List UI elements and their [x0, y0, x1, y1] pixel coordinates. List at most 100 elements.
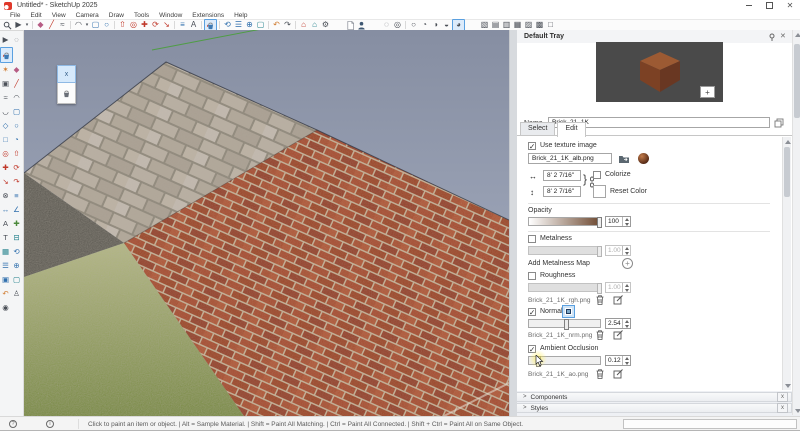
look-around-icon[interactable]: ◉: [0, 301, 11, 315]
normal-spinner[interactable]: 2.54: [605, 318, 631, 329]
tab-select[interactable]: Select: [520, 122, 556, 135]
freehand-icon[interactable]: ≈: [0, 91, 11, 105]
tab-edit[interactable]: Edit: [557, 122, 586, 137]
ambient-occlusion-slider[interactable]: [528, 356, 601, 367]
protractor-icon[interactable]: ∠: [11, 203, 22, 217]
measurements-box[interactable]: [623, 419, 797, 429]
overlay-paint-icon[interactable]: [57, 83, 76, 104]
styles-close-icon[interactable]: x: [777, 403, 788, 413]
edit-panel-scrollbar[interactable]: [782, 137, 791, 390]
edit-ao-map-icon[interactable]: [613, 369, 623, 379]
metalness-checkbox[interactable]: [528, 235, 536, 243]
axes-icon[interactable]: ✚: [11, 217, 22, 231]
polygon-icon[interactable]: □: [0, 133, 11, 147]
delete-ao-map-icon[interactable]: [596, 369, 604, 379]
3d-text-icon[interactable]: T: [0, 231, 11, 245]
scroll-down-icon[interactable]: [793, 407, 800, 415]
viewport[interactable]: x: [23, 26, 512, 417]
delete-normal-map-icon[interactable]: [596, 330, 604, 340]
menu-view[interactable]: View: [47, 12, 71, 19]
texture-height-input[interactable]: 8' 2 7/16": [543, 186, 581, 197]
components-close-icon[interactable]: x: [777, 392, 788, 402]
position-camera-icon[interactable]: ♙: [11, 287, 22, 301]
move-icon[interactable]: ✚: [0, 161, 11, 175]
section-fill-icon[interactable]: ▦: [0, 245, 11, 259]
roughness-checkbox[interactable]: [528, 272, 536, 280]
move-icon[interactable]: ✚: [139, 20, 150, 30]
offset-icon[interactable]: ◎: [0, 147, 11, 161]
viewport-canvas[interactable]: [23, 26, 512, 417]
info-icon[interactable]: i: [46, 420, 54, 428]
push-pull-icon[interactable]: ⇧: [117, 20, 128, 30]
follow-me-icon[interactable]: ↷: [11, 175, 22, 189]
lasso-icon[interactable]: ◌: [11, 33, 22, 47]
menu-draw[interactable]: Draw: [104, 12, 129, 19]
menu-help[interactable]: Help: [229, 12, 252, 19]
orbit-icon[interactable]: ⟲: [222, 20, 233, 30]
delete-roughness-map-icon[interactable]: [596, 295, 604, 305]
front-view-icon[interactable]: ▥: [501, 20, 512, 30]
rectangle-icon[interactable]: ▢: [90, 20, 101, 30]
sample-material-icon[interactable]: ✶: [0, 63, 11, 77]
components-section[interactable]: > Components x: [517, 392, 792, 402]
circle-icon[interactable]: ○: [11, 119, 22, 133]
bottom-view-icon[interactable]: □: [545, 20, 556, 30]
colorize-checkbox[interactable]: [593, 171, 601, 179]
shaded-icon[interactable]: ◑: [430, 20, 441, 30]
line-icon[interactable]: ╱: [11, 77, 22, 91]
geolocation-icon[interactable]: ?: [9, 420, 17, 428]
texture-sphere-preview-icon[interactable]: [638, 153, 649, 164]
scroll-down-icon[interactable]: [783, 382, 791, 390]
x-ray-icon[interactable]: ◌: [381, 20, 392, 30]
tray-close-icon[interactable]: ✕: [780, 32, 786, 40]
add-metalness-map-button[interactable]: +: [622, 258, 633, 269]
scrollbar-thumb[interactable]: [784, 147, 790, 197]
arc-icon[interactable]: ◠: [73, 20, 84, 30]
zoom-icon[interactable]: ⊕: [244, 20, 255, 30]
zoom-icon[interactable]: ⊕: [11, 259, 22, 273]
rotated-rectangle-icon[interactable]: ◇: [0, 119, 11, 133]
tape-measure-icon[interactable]: ≡: [11, 189, 22, 203]
maximize-button[interactable]: [760, 0, 778, 11]
edit-roughness-map-icon[interactable]: [613, 295, 623, 305]
rotate-icon[interactable]: ⟳: [11, 161, 22, 175]
menu-file[interactable]: File: [5, 12, 25, 19]
redo-icon[interactable]: ↷: [282, 20, 293, 30]
3d-warehouse-icon[interactable]: ⌂: [298, 20, 309, 30]
ambient-occlusion-spinner[interactable]: 0.12: [605, 355, 631, 366]
text-icon[interactable]: A: [188, 20, 199, 30]
normal-slider[interactable]: [528, 319, 601, 330]
scroll-up-icon[interactable]: [783, 137, 791, 145]
reset-color-label[interactable]: Reset Color: [610, 188, 647, 195]
color-swatch[interactable]: [593, 185, 606, 198]
browse-texture-folder-icon[interactable]: [618, 154, 630, 164]
tape-measure-icon[interactable]: ≡: [177, 20, 188, 30]
opacity-slider[interactable]: [528, 217, 602, 228]
zoom-extents-icon[interactable]: ▢: [11, 273, 22, 287]
minimize-button[interactable]: [740, 0, 758, 11]
eraser-icon[interactable]: ◆: [35, 20, 46, 30]
zoom-extents-icon[interactable]: ▢: [255, 20, 266, 30]
styles-section[interactable]: > Styles x: [517, 403, 792, 413]
arc-icon[interactable]: ◠: [11, 91, 22, 105]
section-plane-icon[interactable]: ⊟: [11, 231, 22, 245]
menu-tools[interactable]: Tools: [129, 12, 154, 19]
search-icon[interactable]: [2, 20, 13, 30]
zoom-window-icon[interactable]: ▣: [0, 273, 11, 287]
edit-normal-map-icon[interactable]: [613, 330, 623, 340]
scale-icon[interactable]: ↘: [161, 20, 172, 30]
scroll-up-icon[interactable]: [793, 30, 800, 38]
orbit-icon[interactable]: ⟲: [11, 245, 22, 259]
texture-file-input[interactable]: Brick_21_1K_alb.png: [528, 153, 612, 164]
use-texture-checkbox[interactable]: [528, 142, 536, 151]
sign-in-icon[interactable]: [356, 20, 367, 30]
menu-camera[interactable]: Camera: [71, 12, 104, 19]
outer-shell-icon[interactable]: ⊗: [0, 189, 11, 203]
offset-icon[interactable]: ◎: [128, 20, 139, 30]
scrollbar-thumb[interactable]: [794, 44, 800, 118]
paint-icon[interactable]: [0, 47, 13, 63]
menu-extensions[interactable]: Extensions: [187, 12, 229, 19]
extension-warehouse-icon[interactable]: ⌂: [309, 20, 320, 30]
select-icon[interactable]: ▶: [0, 33, 11, 47]
back-edges-icon[interactable]: ◎: [392, 20, 403, 30]
